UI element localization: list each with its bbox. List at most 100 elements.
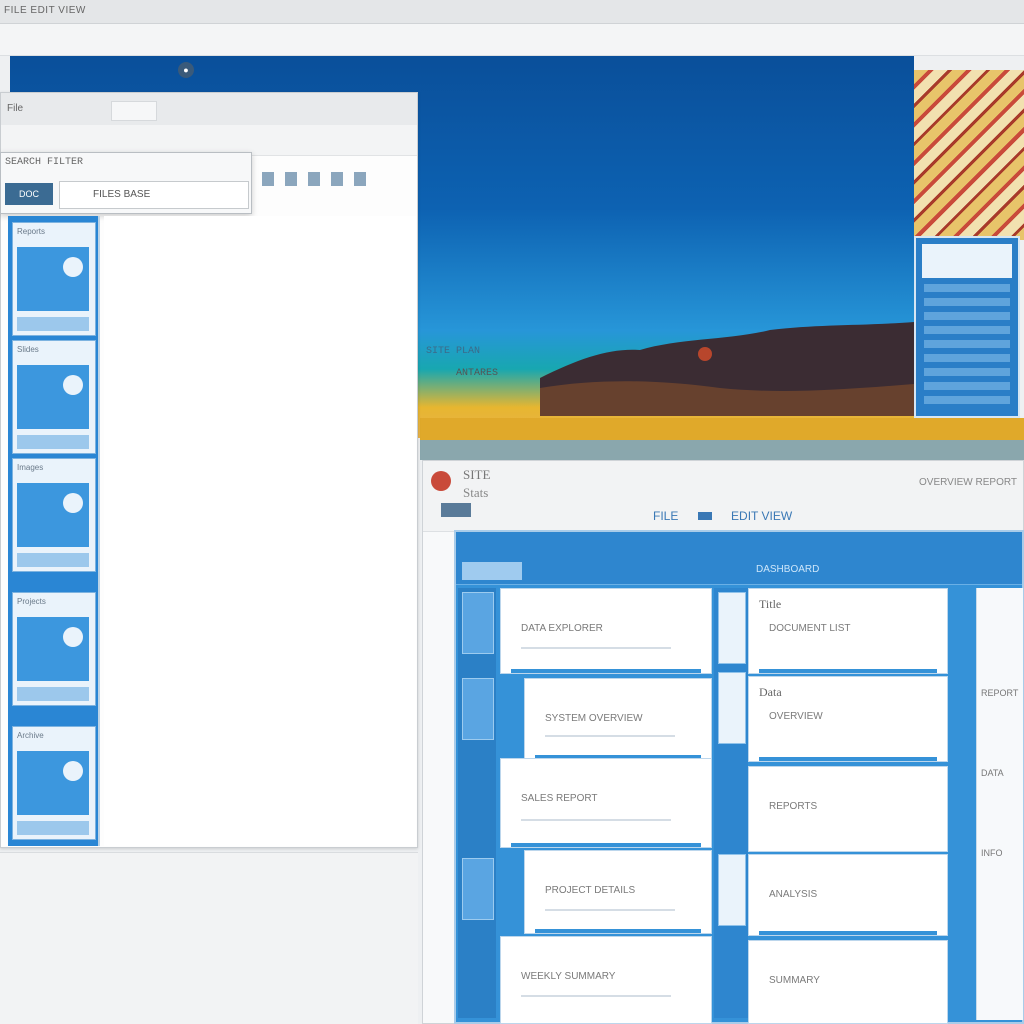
dashboard-card[interactable]: SALES REPORT	[500, 758, 712, 848]
panel-header: Title	[759, 597, 782, 611]
far-label: DATA	[981, 768, 1004, 778]
tool-item[interactable]	[718, 592, 746, 664]
panel-accent-bar	[759, 669, 937, 673]
title-bar-text: FILE EDIT VIEW	[4, 5, 86, 16]
document-icon[interactable]: DOC	[5, 183, 53, 205]
far-label: INFO	[981, 848, 1003, 858]
left-toolbar-icons	[262, 172, 392, 192]
right-window-title: SITE	[463, 467, 491, 482]
thumbnail-preview	[17, 247, 89, 311]
tool-item[interactable]	[718, 672, 746, 744]
thumbnail-footer	[17, 553, 89, 567]
thumbnail-label: Images	[17, 463, 44, 472]
thumbnail-label: Archive	[17, 731, 44, 740]
popup-input-text: FILES BASE	[93, 189, 151, 200]
decorative-striped-image	[914, 70, 1024, 240]
lock-icon[interactable]: ●	[178, 62, 194, 78]
thumbnail-item[interactable]: Slides	[12, 340, 96, 454]
dashboard-toolstrip	[714, 588, 748, 1018]
sidebar-item[interactable]	[462, 678, 494, 740]
card-text: WEEKLY SUMMARY	[521, 971, 616, 982]
folder-icon[interactable]	[308, 172, 321, 186]
tool-item[interactable]	[718, 854, 746, 926]
dashboard-sidebar	[458, 588, 496, 1018]
dashboard-title: DASHBOARD	[756, 564, 820, 575]
dashboard-card[interactable]: WEEKLY SUMMARY	[500, 936, 712, 1024]
thumbnail-preview	[17, 365, 89, 429]
thumbnail-item[interactable]: Images	[12, 458, 96, 572]
popup-heading: SEARCH FILTER	[5, 157, 84, 168]
lower-left-panel	[0, 852, 418, 1024]
sidebar-item[interactable]	[462, 592, 494, 654]
panel-text: ANALYSIS	[769, 889, 818, 900]
app-logo-icon	[431, 471, 451, 491]
document-canvas[interactable]	[104, 216, 416, 846]
search-popup: SEARCH FILTER DOC FILES BASE	[0, 152, 252, 214]
thumbnail-item[interactable]: Projects	[12, 592, 96, 706]
file-icon[interactable]	[262, 172, 274, 186]
card-rule	[545, 909, 675, 911]
card-rule	[545, 735, 675, 737]
thumbnail-label: Reports	[17, 227, 46, 236]
tab-bar: FILE EDIT VIEW	[653, 509, 808, 523]
card-accent-bar	[535, 929, 701, 933]
thumbnail-footer	[17, 821, 89, 835]
card-text: PROJECT DETAILS	[545, 885, 636, 896]
dashboard-app: DASHBOARD DATA EXPLORER SYSTEM OVERVIEW …	[454, 530, 1024, 1024]
card-rule	[521, 995, 671, 997]
card-rule	[521, 819, 671, 821]
sidebar-item[interactable]	[462, 858, 494, 920]
image-icon[interactable]	[285, 172, 298, 186]
panel-accent-bar	[759, 931, 937, 935]
tab-edit-view[interactable]: EDIT VIEW	[731, 509, 792, 523]
wallpaper-caption: ANTARES	[456, 368, 499, 379]
right-window-header: SITE Stats OVERVIEW REPORT FILE EDIT VIE…	[423, 461, 1023, 532]
panel-text: REPORTS	[769, 801, 818, 812]
thumbnail-label: Projects	[17, 597, 46, 606]
document-preview-thumbnail[interactable]	[914, 236, 1020, 418]
wallpaper-caption-secondary: SITE PLAN	[426, 346, 481, 357]
preview-content	[924, 284, 1010, 408]
toolbar	[0, 24, 1024, 56]
landscape-hills	[540, 322, 914, 416]
dashboard-toolbar: DASHBOARD	[456, 532, 1022, 585]
dashboard-card[interactable]: SYSTEM OVERVIEW	[524, 678, 712, 760]
dashboard-far-column: REPORT DATA INFO	[976, 588, 1023, 1020]
dashboard-card[interactable]: PROJECT DETAILS	[524, 850, 712, 934]
dashboard-panel[interactable]: Title DOCUMENT LIST	[748, 588, 948, 674]
right-window-subtitle: Stats	[463, 485, 489, 500]
tab-indicator-icon	[697, 512, 712, 520]
thumbnail-item[interactable]: Archive	[12, 726, 96, 840]
thumbnail-label: Slides	[17, 345, 39, 354]
thumbnail-preview	[17, 751, 89, 815]
grid-icon[interactable]	[331, 172, 344, 186]
left-window-title-field[interactable]	[111, 101, 157, 121]
window-divider-band	[420, 440, 1024, 460]
thumbnail-item[interactable]: Reports	[12, 222, 96, 336]
dashboard-card[interactable]: DATA EXPLORER	[500, 588, 712, 674]
panel-text: DOCUMENT LIST	[769, 623, 851, 634]
panel-text: SUMMARY	[769, 975, 820, 986]
thumbnail-footer	[17, 317, 89, 331]
card-text: DATA EXPLORER	[521, 623, 603, 634]
dashboard-search-field[interactable]	[462, 562, 522, 580]
panel-text: OVERVIEW	[769, 711, 823, 722]
card-rule	[521, 647, 671, 649]
far-label: REPORT	[981, 688, 1019, 698]
thumbnail-footer	[17, 435, 89, 449]
left-window-titlebar: File	[1, 93, 417, 126]
settings-icon[interactable]	[354, 172, 367, 186]
left-window-title: File	[7, 103, 24, 114]
panel-accent-bar	[759, 757, 937, 761]
window-thumbnail-icon[interactable]	[441, 503, 471, 517]
dashboard-panel[interactable]: SUMMARY	[748, 940, 948, 1024]
card-accent-bar	[511, 669, 701, 673]
dashboard-panel[interactable]: ANALYSIS	[748, 854, 948, 936]
thumbnail-preview	[17, 483, 89, 547]
tab-file[interactable]: FILE	[653, 509, 678, 523]
card-text: SYSTEM OVERVIEW	[545, 713, 643, 724]
dashboard-panel[interactable]: Data OVERVIEW	[748, 676, 948, 762]
dashboard-panel[interactable]: REPORTS	[748, 766, 948, 852]
popup-input[interactable]	[59, 181, 249, 209]
wallpaper-ground	[420, 418, 1024, 440]
